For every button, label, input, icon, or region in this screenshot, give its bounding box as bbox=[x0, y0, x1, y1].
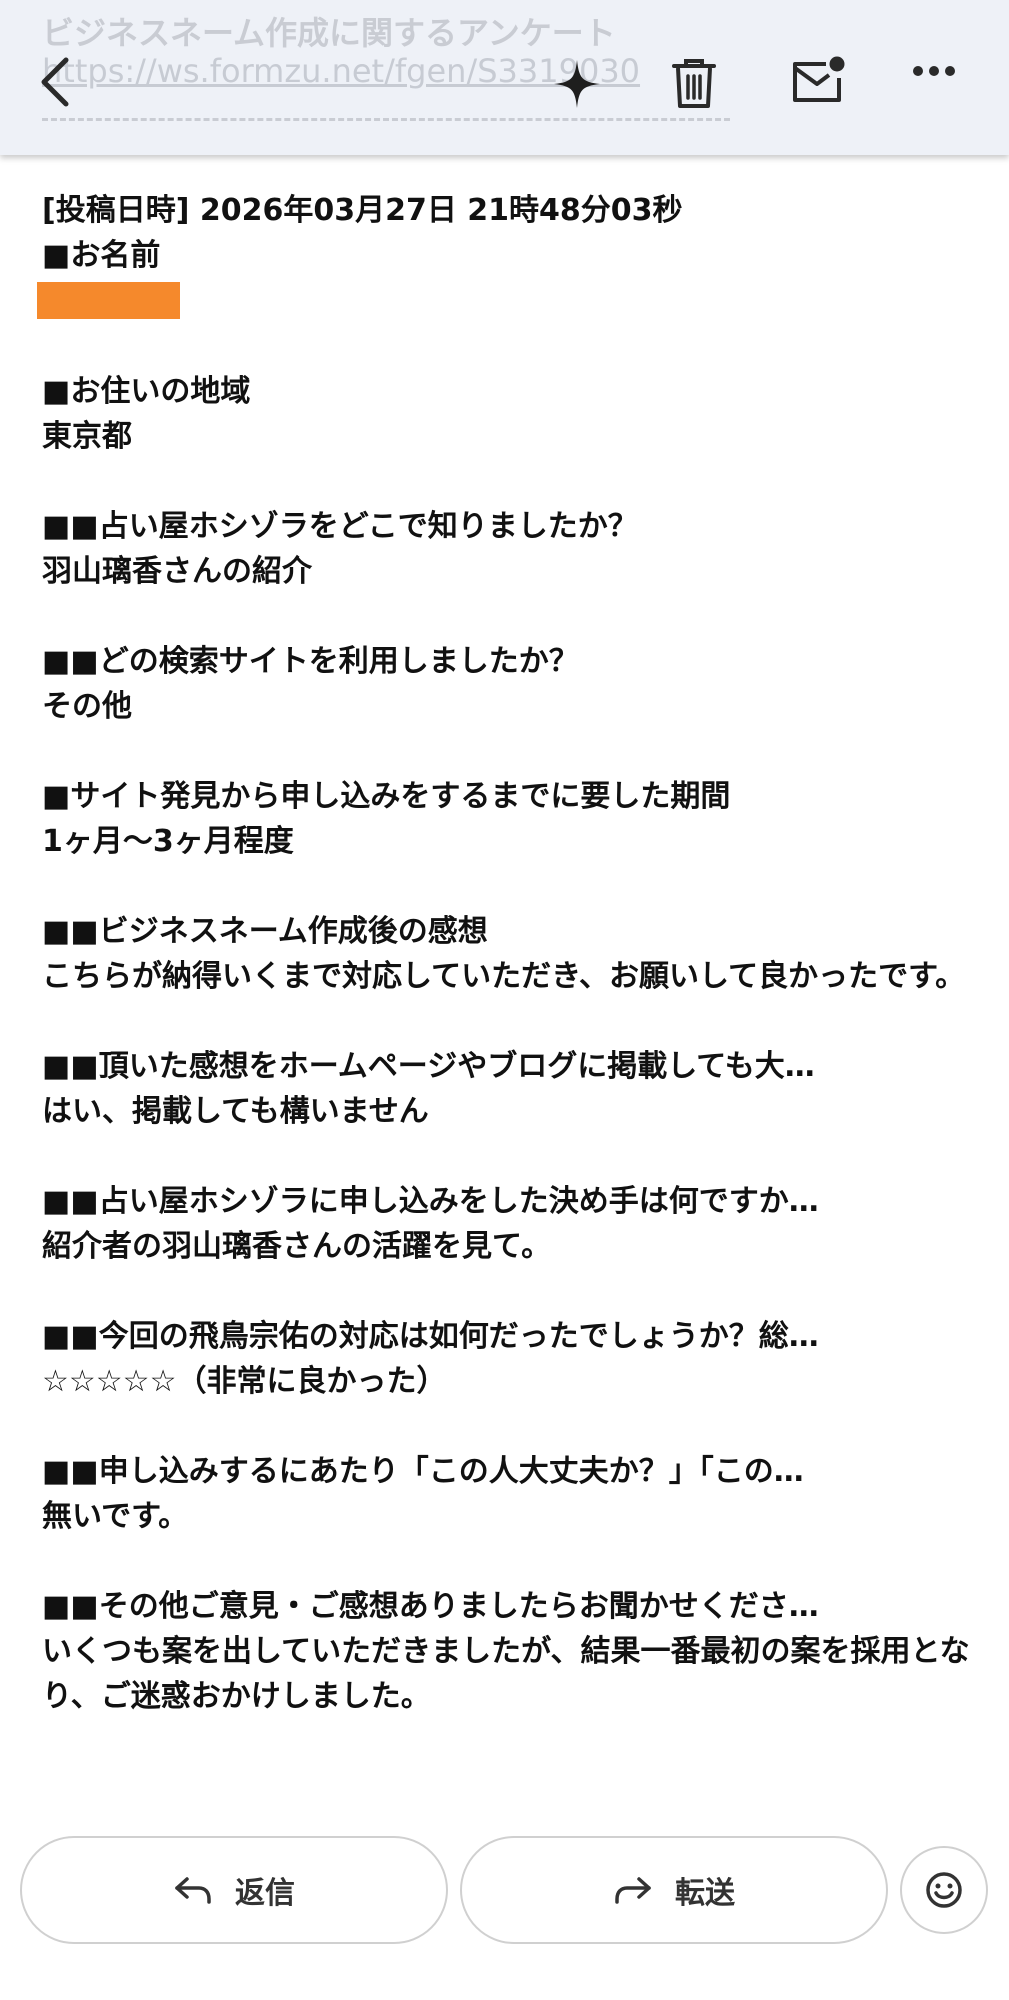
answer-rating: ☆☆☆☆☆（非常に良かった） bbox=[42, 1364, 447, 1399]
forward-label: 転送 bbox=[675, 1876, 735, 1911]
trash-icon[interactable] bbox=[672, 58, 716, 110]
top-toolbar: ビジネスネーム作成に関するアンケート https://ws.formzu.net… bbox=[0, 0, 1009, 155]
answer-concerns: 無いです。 bbox=[42, 1499, 189, 1534]
smiley-icon bbox=[924, 1870, 964, 1910]
emoji-reaction-button[interactable] bbox=[900, 1846, 988, 1934]
reply-label: 返信 bbox=[235, 1876, 295, 1911]
answer-region: 東京都 bbox=[42, 419, 132, 454]
subject-behind: ビジネスネーム作成に関するアンケート bbox=[42, 14, 616, 52]
question-rating: ■■今回の飛鳥宗佑の対応は如何だったでしょうか？総… bbox=[42, 1319, 819, 1354]
question-deciding-factor: ■■占い屋ホシゾラに申し込みをした決め手は何ですか… bbox=[42, 1184, 819, 1219]
message-body: [投稿日時] 2026年03月27日 21時48分03秒 ■お名前 ■お住いの地… bbox=[37, 188, 972, 1719]
question-name: ■お名前 bbox=[42, 238, 161, 273]
answer-impression: こちらが納得いくまで対応していただき、お願いして良かったです。 bbox=[42, 959, 966, 994]
more-icon[interactable] bbox=[912, 64, 956, 78]
answer-period: 1ヶ月〜3ヶ月程度 bbox=[42, 824, 294, 859]
link-behind: https://ws.formzu.net/fgen/S3319030 bbox=[42, 52, 641, 90]
sparkle-icon[interactable] bbox=[552, 58, 602, 110]
question-impression: ■■ビジネスネーム作成後の感想 bbox=[42, 914, 488, 949]
redacted-name bbox=[37, 282, 180, 319]
question-period: ■サイト発見から申し込みをするまでに要した期間 bbox=[42, 779, 731, 814]
answer-other-comments: いくつも案を出していただきましたが、結果一番最初の案を採用となり、ご迷惑おかけし… bbox=[42, 1634, 970, 1714]
reply-icon bbox=[173, 1875, 213, 1905]
question-other-comments: ■■その他ご意見・ご感想ありましたらお聞かせくださ… bbox=[42, 1589, 819, 1624]
posted-datetime: [投稿日時] 2026年03月27日 21時48分03秒 bbox=[42, 193, 683, 228]
answer-search-site: その他 bbox=[42, 689, 132, 724]
answer-how-found: 羽山璃香さんの紹介 bbox=[42, 554, 312, 589]
forward-icon bbox=[613, 1875, 653, 1905]
answer-publish-permission: はい、掲載しても構いません bbox=[42, 1094, 429, 1129]
question-region: ■お住いの地域 bbox=[42, 374, 251, 409]
forward-button[interactable]: 転送 bbox=[460, 1836, 888, 1944]
answer-deciding-factor: 紹介者の羽山璃香さんの活躍を見て。 bbox=[42, 1229, 552, 1264]
mail-unread-icon[interactable] bbox=[790, 56, 846, 106]
question-publish-permission: ■■頂いた感想をホームページやブログに掲載しても大… bbox=[42, 1049, 815, 1084]
reply-button[interactable]: 返信 bbox=[20, 1836, 448, 1944]
question-concerns: ■■申し込みするにあたり「この人大丈夫か？」「この… bbox=[42, 1454, 804, 1489]
question-how-found: ■■占い屋ホシゾラをどこで知りましたか？ bbox=[42, 509, 638, 544]
dashed-divider bbox=[42, 118, 730, 121]
back-icon[interactable] bbox=[36, 56, 76, 108]
question-search-site: ■■どの検索サイトを利用しましたか？ bbox=[42, 644, 579, 679]
